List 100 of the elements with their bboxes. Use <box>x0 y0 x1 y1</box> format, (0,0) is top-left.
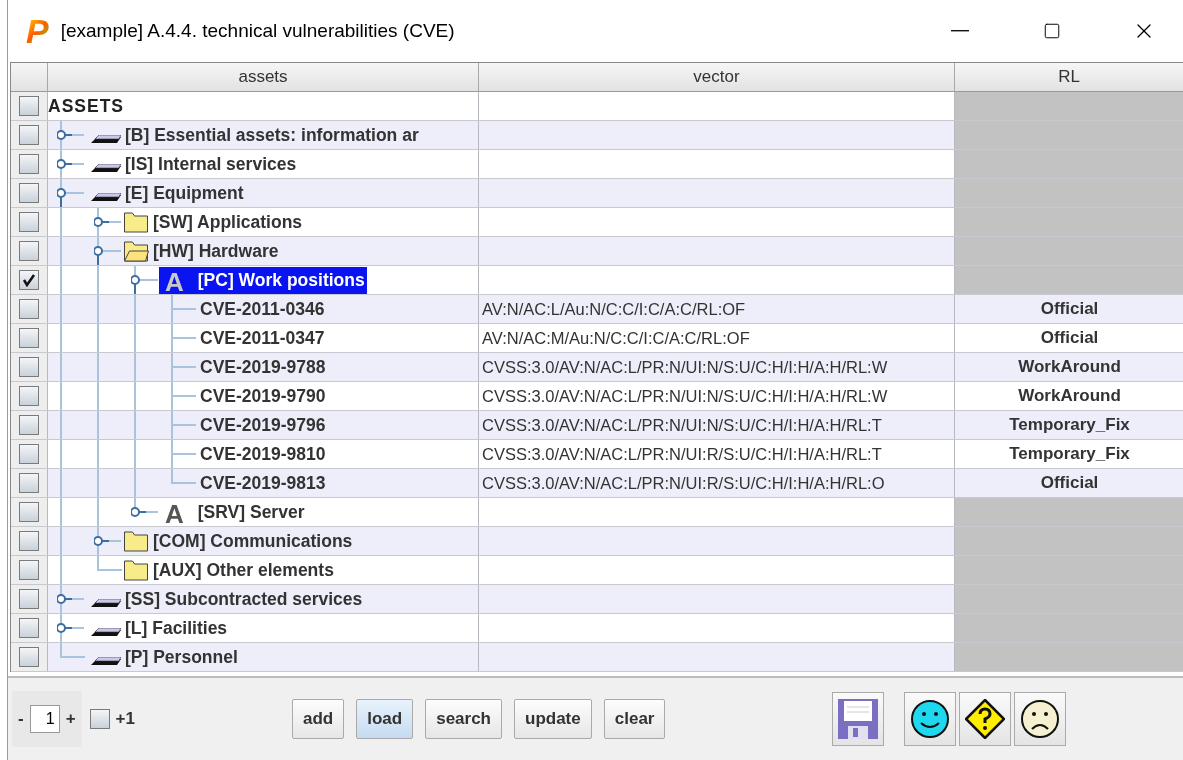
expand-handle-icon[interactable] <box>57 121 85 149</box>
tree-node-label[interactable]: [COM] Communications <box>149 530 353 552</box>
expand-handle-icon[interactable] <box>57 150 85 178</box>
tray-icon <box>91 134 121 144</box>
sad-face-button[interactable] <box>1014 692 1067 746</box>
tree-node-label[interactable]: CVE-2019-9788 <box>196 356 326 378</box>
row-checkbox[interactable] <box>19 154 39 174</box>
window-title: [example] A.4.4. technical vulnerabilities (CVE) <box>60 20 456 42</box>
expand-handle-icon[interactable] <box>131 266 159 294</box>
tree-node-label[interactable]: [L] Facilities <box>121 617 228 639</box>
table-row[interactable]: ASSETS <box>11 92 1183 121</box>
table-row[interactable]: [SW] Applications <box>11 208 1183 237</box>
row-checkbox[interactable] <box>19 212 39 232</box>
row-checkbox[interactable] <box>19 299 39 319</box>
row-checkbox[interactable] <box>19 589 39 609</box>
tree-node-label[interactable]: [PC] Work positions <box>193 269 365 291</box>
table-row[interactable]: [P] Personnel <box>11 643 1183 672</box>
tree-node-label[interactable]: [SRV] Server <box>193 501 305 523</box>
tree-node-label[interactable]: [HW] Hardware <box>149 240 279 262</box>
table-row[interactable]: [COM] Communications <box>11 527 1183 556</box>
table-row[interactable]: CVE-2019-9810 CVSS:3.0/AV:N/AC:L/PR:N/UI:R/S:U/C:H/I:H/A:H/RL:T Temporary_Fix <box>11 440 1183 469</box>
folder-icon <box>124 530 149 552</box>
toolbar-button[interactable]: clear <box>603 699 666 739</box>
table-row[interactable]: [IS] Internal services <box>11 150 1183 179</box>
rl-cell-text: WorkAround <box>1017 356 1122 378</box>
table-row[interactable]: [L] Facilities <box>11 614 1183 643</box>
tree-node-label[interactable]: CVE-2019-9813 <box>196 472 326 494</box>
tree-node-label[interactable]: [SS] Subcontracted services <box>121 588 363 610</box>
toolbar-button[interactable]: update <box>514 699 592 739</box>
vector-cell: CVSS:3.0/AV:N/AC:L/PR:N/UI:R/S:U/C:H/I:H/A:H/RL:T <box>479 440 955 468</box>
table-row[interactable]: CVE-2019-9813 CVSS:3.0/AV:N/AC:L/PR:N/UI:R/S:U/C:H/I:H/A:H/RL:O Official <box>11 469 1183 498</box>
tray-icon <box>91 163 121 173</box>
vector-cell: CVSS:3.0/AV:N/AC:L/PR:N/UI:N/S:U/C:H/I:H/A:H/RL:T <box>479 411 955 439</box>
tree-node-label[interactable]: [E] Equipment <box>121 182 244 204</box>
row-checkbox[interactable] <box>19 560 39 580</box>
row-checkbox[interactable] <box>19 502 39 522</box>
toolbar-button[interactable]: search <box>425 699 502 739</box>
expand-handle-icon[interactable] <box>57 179 85 207</box>
table-row[interactable]: [B] Essential assets: information ar <box>11 121 1183 150</box>
table-row[interactable]: CVE-2011-0347 AV:N/AC:M/Au:N/C:C/I:C/A:C/RL:OF Official <box>11 324 1183 353</box>
table-row[interactable]: CVE-2011-0346 AV:N/AC:L/Au:N/C:C/I:C/A:C/RL:OF Official <box>11 295 1183 324</box>
column-header[interactable]: RL <box>955 63 1183 92</box>
expand-handle-icon[interactable] <box>94 208 122 236</box>
help-button[interactable] <box>959 692 1012 746</box>
row-checkbox[interactable] <box>19 618 39 638</box>
tree-node-label[interactable]: [IS] Internal services <box>121 153 297 175</box>
expand-handle-icon[interactable] <box>94 527 122 555</box>
tree-node-label[interactable]: CVE-2019-9796 <box>196 414 326 436</box>
tree-node-label[interactable]: [SW] Applications <box>149 211 303 233</box>
tree-node-label[interactable]: [AUX] Other elements <box>149 559 334 581</box>
row-checkbox[interactable] <box>19 328 39 348</box>
open-folder-icon <box>124 240 149 262</box>
row-checkbox[interactable] <box>19 270 39 290</box>
tree-node-label[interactable]: CVE-2019-9810 <box>196 443 326 465</box>
row-checkbox[interactable] <box>19 415 39 435</box>
happy-face-button[interactable] <box>904 692 957 746</box>
table-row[interactable]: [AUX] Other elements <box>11 556 1183 585</box>
row-checkbox[interactable] <box>19 96 39 116</box>
table-row[interactable]: [E] Equipment <box>11 179 1183 208</box>
smiley-icon <box>911 700 950 738</box>
row-checkbox[interactable] <box>19 241 39 261</box>
toolbar-button[interactable]: add <box>292 699 345 739</box>
tree-node-label[interactable]: CVE-2019-9790 <box>196 385 326 407</box>
tree-node-label[interactable]: [P] Personnel <box>121 646 238 668</box>
expand-handle-icon[interactable] <box>57 614 85 642</box>
save-button[interactable] <box>832 692 885 746</box>
tree-node-label[interactable]: CVE-2011-0346 <box>196 298 325 320</box>
tree-node-label[interactable]: CVE-2011-0347 <box>196 327 325 349</box>
expand-handle-icon[interactable] <box>57 585 85 613</box>
decrement-button[interactable]: - <box>18 709 24 729</box>
row-checkbox[interactable] <box>19 357 39 377</box>
counter-field[interactable]: 1 <box>29 705 60 733</box>
table-row[interactable]: A [SRV] Server <box>11 498 1183 527</box>
row-checkbox[interactable] <box>19 531 39 551</box>
tree-node-label[interactable]: [B] Essential assets: information ar <box>121 124 419 146</box>
row-checkbox[interactable] <box>19 183 39 203</box>
tree-node-label[interactable]: ASSETS <box>48 95 125 117</box>
row-checkbox[interactable] <box>19 386 39 406</box>
tree-connector <box>171 295 196 323</box>
row-checkbox[interactable] <box>19 473 39 493</box>
row-checkbox[interactable] <box>19 647 39 667</box>
tree-connector <box>60 643 85 658</box>
increment-button[interactable]: + <box>65 709 76 729</box>
tree-connector <box>171 324 196 352</box>
row-checkbox[interactable] <box>19 444 39 464</box>
column-header[interactable]: assets <box>48 63 479 92</box>
table-row[interactable]: [HW] Hardware <box>11 237 1183 266</box>
table-row[interactable]: CVE-2019-9796 CVSS:3.0/AV:N/AC:L/PR:N/UI:N/S:U/C:H/I:H/A:H/RL:T Temporary_Fix <box>11 411 1183 440</box>
increment-checkbox[interactable] <box>89 709 110 729</box>
tree-connector <box>171 353 196 381</box>
table-row[interactable]: CVE-2019-9788 CVSS:3.0/AV:N/AC:L/PR:N/UI:N/S:U/C:H/I:H/A:H/RL:W WorkAround <box>11 353 1183 382</box>
vector-cell: AV:N/AC:M/Au:N/C:C/I:C/A:C/RL:OF <box>479 324 955 352</box>
table-row[interactable]: A [PC] Work positions <box>11 266 1183 295</box>
table-row[interactable]: CVE-2019-9790 CVSS:3.0/AV:N/AC:L/PR:N/UI:N/S:U/C:H/I:H/A:H/RL:W WorkAround <box>11 382 1183 411</box>
expand-handle-icon[interactable] <box>94 237 122 265</box>
row-checkbox[interactable] <box>19 125 39 145</box>
table-row[interactable]: [SS] Subcontracted services <box>11 585 1183 614</box>
toolbar-button[interactable]: load <box>356 699 414 739</box>
vector-cell: CVSS:3.0/AV:N/AC:L/PR:N/UI:N/S:U/C:H/I:H/A:H/RL:W <box>479 353 955 381</box>
column-header[interactable]: vector <box>479 63 955 92</box>
